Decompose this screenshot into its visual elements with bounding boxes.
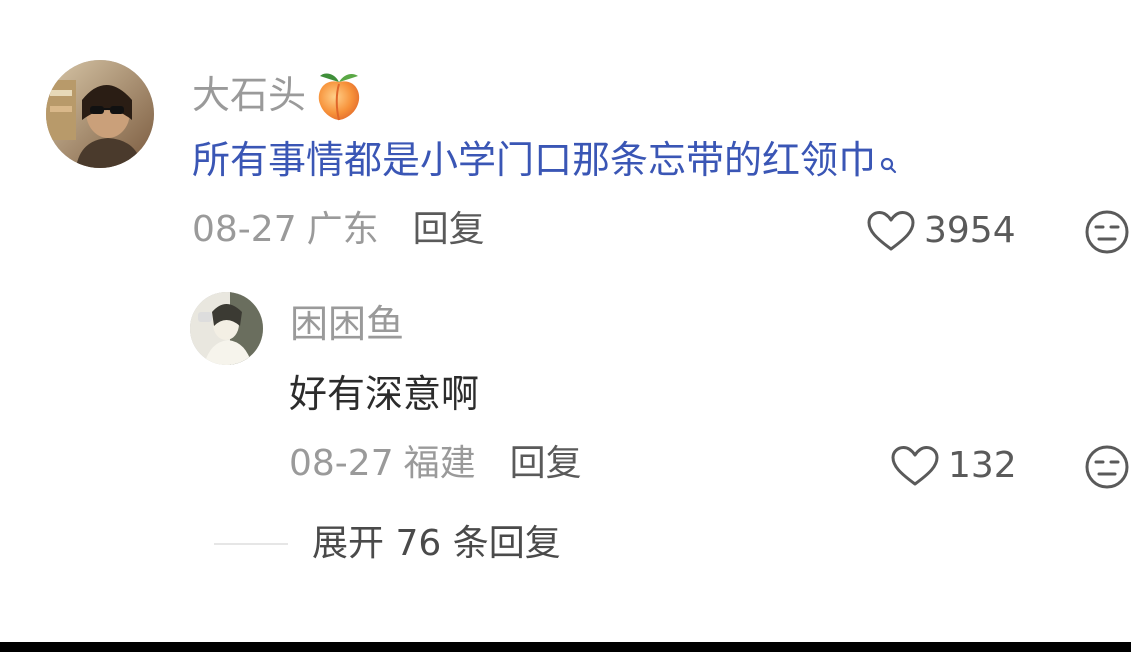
comment-username[interactable]: 大石头 xyxy=(192,76,306,114)
comment-location: 广东 xyxy=(306,209,379,250)
reply-avatar[interactable] xyxy=(190,292,263,365)
heart-outline-icon xyxy=(866,210,916,252)
reply-reply-button[interactable]: 回复 xyxy=(510,446,582,482)
search-icon[interactable] xyxy=(880,143,898,174)
meh-face-icon[interactable] xyxy=(1083,208,1131,256)
comment-reply-button[interactable]: 回复 xyxy=(413,212,485,248)
comment-text-row: 所有事情都是小学门口那条忘带的红领巾 xyxy=(192,141,898,179)
reply-meta-row: 08-27 福建 回复 xyxy=(289,446,582,482)
meh-face-icon[interactable] xyxy=(1083,443,1131,491)
comment-meta-row: 08-27 广东 回复 xyxy=(192,212,485,248)
expand-replies-button[interactable]: 展开 76 条回复 xyxy=(312,526,561,562)
peach-emoji-icon xyxy=(312,68,366,122)
comment-like-count: 3954 xyxy=(924,210,1016,251)
reply-username[interactable]: 困困鱼 xyxy=(290,305,404,343)
reply-text[interactable]: 好有深意啊 xyxy=(289,375,479,413)
comment-text[interactable]: 所有事情都是小学门口那条忘带的红领巾 xyxy=(192,141,876,179)
comment-date: 08-27 xyxy=(192,209,297,250)
comment-username-row: 大石头 xyxy=(192,68,366,122)
heart-outline-icon xyxy=(890,445,940,487)
reply-date: 08-27 xyxy=(289,443,394,484)
reply-location: 福建 xyxy=(403,443,476,484)
bottom-bar xyxy=(0,642,1131,652)
reply-like-count: 132 xyxy=(948,445,1017,486)
comment-like-button[interactable]: 3954 xyxy=(866,210,1016,252)
expand-divider xyxy=(214,543,288,545)
comment-avatar[interactable] xyxy=(46,60,154,168)
reply-like-button[interactable]: 132 xyxy=(890,445,1017,487)
